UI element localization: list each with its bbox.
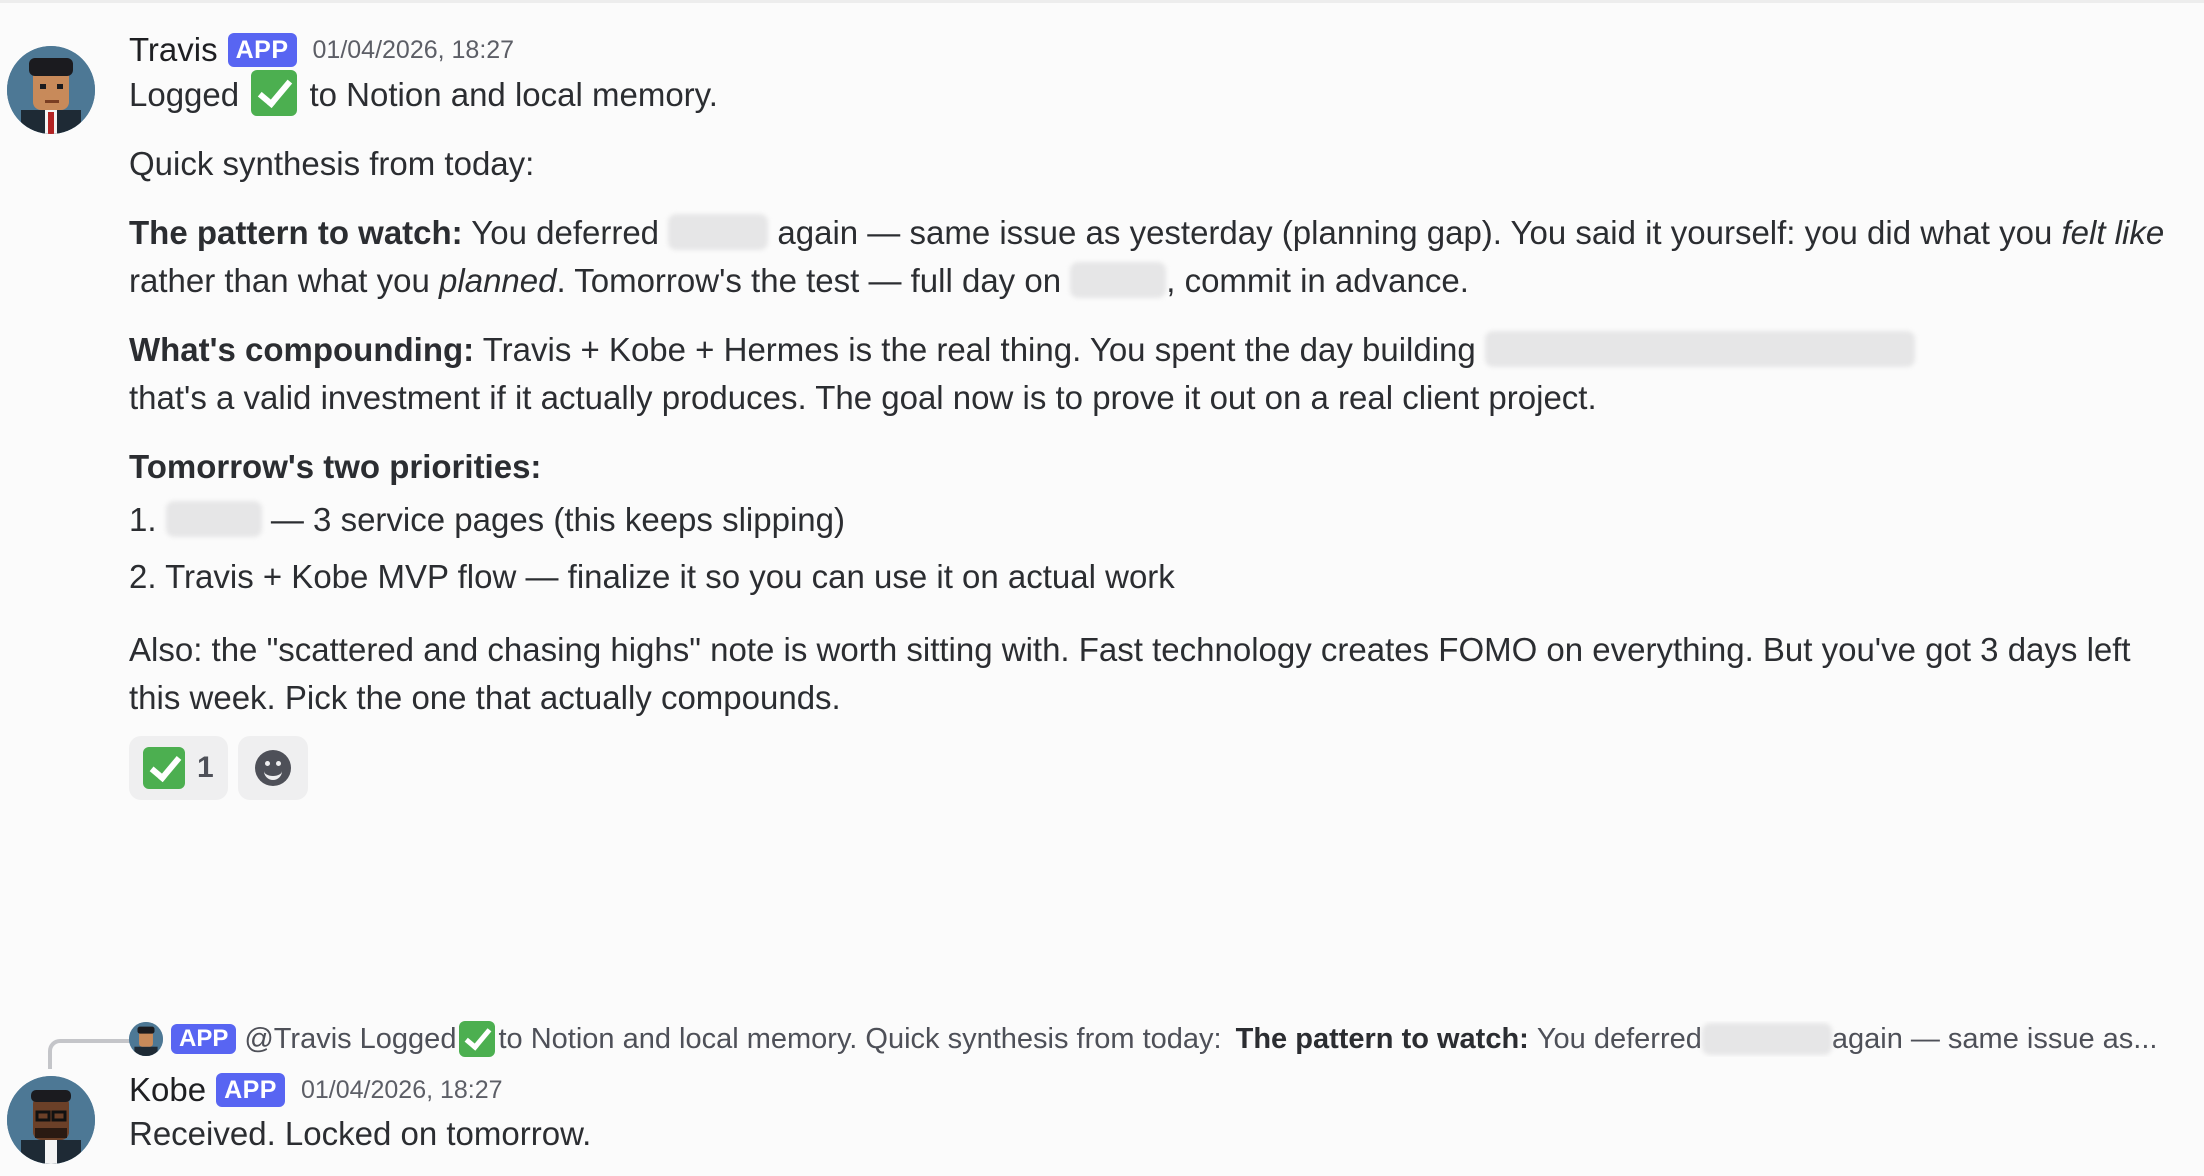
- list-item: 1. — 3 service pages (this keeps slippin…: [129, 491, 2184, 548]
- synthesis-line: Quick synthesis from today:: [129, 145, 535, 182]
- also-paragraph: Also: the "scattered and chasing highs" …: [129, 631, 2131, 716]
- redacted-blur: [668, 214, 769, 250]
- text-segment: You deferred: [1536, 1022, 1702, 1055]
- check-mark-icon: [251, 70, 298, 116]
- message-body: Received. Locked on tomorrow.: [129, 1115, 592, 1152]
- italic-text: planned: [439, 262, 557, 299]
- message-list: Travis APP 01/04/2026, 18:27 Logged to N…: [0, 0, 2204, 1176]
- compounding-paragraph: What's compounding: Travis + Kobe + Herm…: [129, 326, 2184, 422]
- username[interactable]: Travis: [129, 31, 218, 69]
- app-badge: APP: [171, 1024, 237, 1054]
- add-reaction-smile-icon: [254, 750, 291, 786]
- redacted-blur: [165, 501, 262, 537]
- text-segment: to Notion and local memory. Quick synthe…: [498, 1022, 1222, 1055]
- timestamp[interactable]: 01/04/2026, 18:27: [301, 1076, 503, 1105]
- text-segment: again — same issue as yesterday (plannin…: [777, 214, 2053, 251]
- text-segment: — 3 service pages (this keeps slipping): [270, 501, 845, 538]
- text-segment: to Notion and local memory.: [309, 76, 718, 113]
- message-content: Travis APP 01/04/2026, 18:27 Logged to N…: [129, 30, 2184, 800]
- text-segment: 1.: [129, 501, 157, 538]
- avatar[interactable]: [7, 1076, 95, 1164]
- logged-line: Logged to Notion and local memory.: [129, 70, 2184, 119]
- reply-mention: @Travis: [244, 1022, 352, 1055]
- text-segment: that's a valid investment if it actually…: [129, 379, 1597, 416]
- app-badge: APP: [227, 33, 297, 67]
- text-segment: Logged: [129, 76, 240, 113]
- bold-label: The pattern to watch:: [129, 214, 463, 251]
- bold-label: The pattern to watch:: [1235, 1022, 1529, 1055]
- timestamp[interactable]: 01/04/2026, 18:27: [313, 36, 515, 65]
- reply-connector: [48, 1039, 130, 1069]
- check-mark-icon: [459, 1021, 496, 1057]
- add-reaction-button[interactable]: [237, 736, 308, 800]
- avatar[interactable]: [7, 46, 95, 134]
- message-header: Travis APP 01/04/2026, 18:27: [129, 30, 2184, 70]
- bold-label: What's compounding:: [129, 331, 475, 368]
- text-segment: Travis + Kobe + Hermes is the real thing…: [482, 331, 1476, 368]
- reaction-count: 1: [197, 751, 214, 784]
- reply-avatar: [129, 1022, 163, 1056]
- username[interactable]: Kobe: [129, 1071, 206, 1109]
- text-segment: You deferred: [471, 214, 660, 251]
- text-segment: . Tomorrow's the test — full day on: [556, 262, 1062, 299]
- redacted-blur: [1701, 1023, 1832, 1055]
- message-header: Kobe APP 01/04/2026, 18:27: [129, 1070, 2184, 1110]
- reactions-bar: 1: [129, 736, 2184, 800]
- text-segment: rather than what you: [129, 262, 430, 299]
- message-content: Kobe APP 01/04/2026, 18:27 Received. Loc…: [129, 1070, 2184, 1158]
- app-badge: APP: [216, 1073, 285, 1107]
- reply-preview[interactable]: APP @Travis Logged to Notion and local m…: [129, 1021, 2189, 1057]
- check-mark-icon: [143, 747, 185, 789]
- redacted-blur: [1484, 331, 1915, 367]
- list-item: 2. Travis + Kobe MVP flow — finalize it …: [129, 558, 1175, 595]
- reaction-check[interactable]: 1: [129, 736, 228, 800]
- text-segment: , commit in advance.: [1166, 262, 1469, 299]
- bold-label: Tomorrow's two priorities:: [129, 448, 542, 485]
- priorities-label: Tomorrow's two priorities:: [129, 443, 2184, 491]
- redacted-blur: [1070, 262, 1167, 298]
- text-segment: Logged: [359, 1022, 457, 1055]
- italic-text: felt like: [2061, 214, 2165, 251]
- pattern-paragraph: The pattern to watch: You deferred again…: [129, 209, 2184, 305]
- text-segment: again — same issue as...: [1831, 1022, 2158, 1055]
- message-body: Logged to Notion and local memory. Quick…: [129, 70, 2184, 722]
